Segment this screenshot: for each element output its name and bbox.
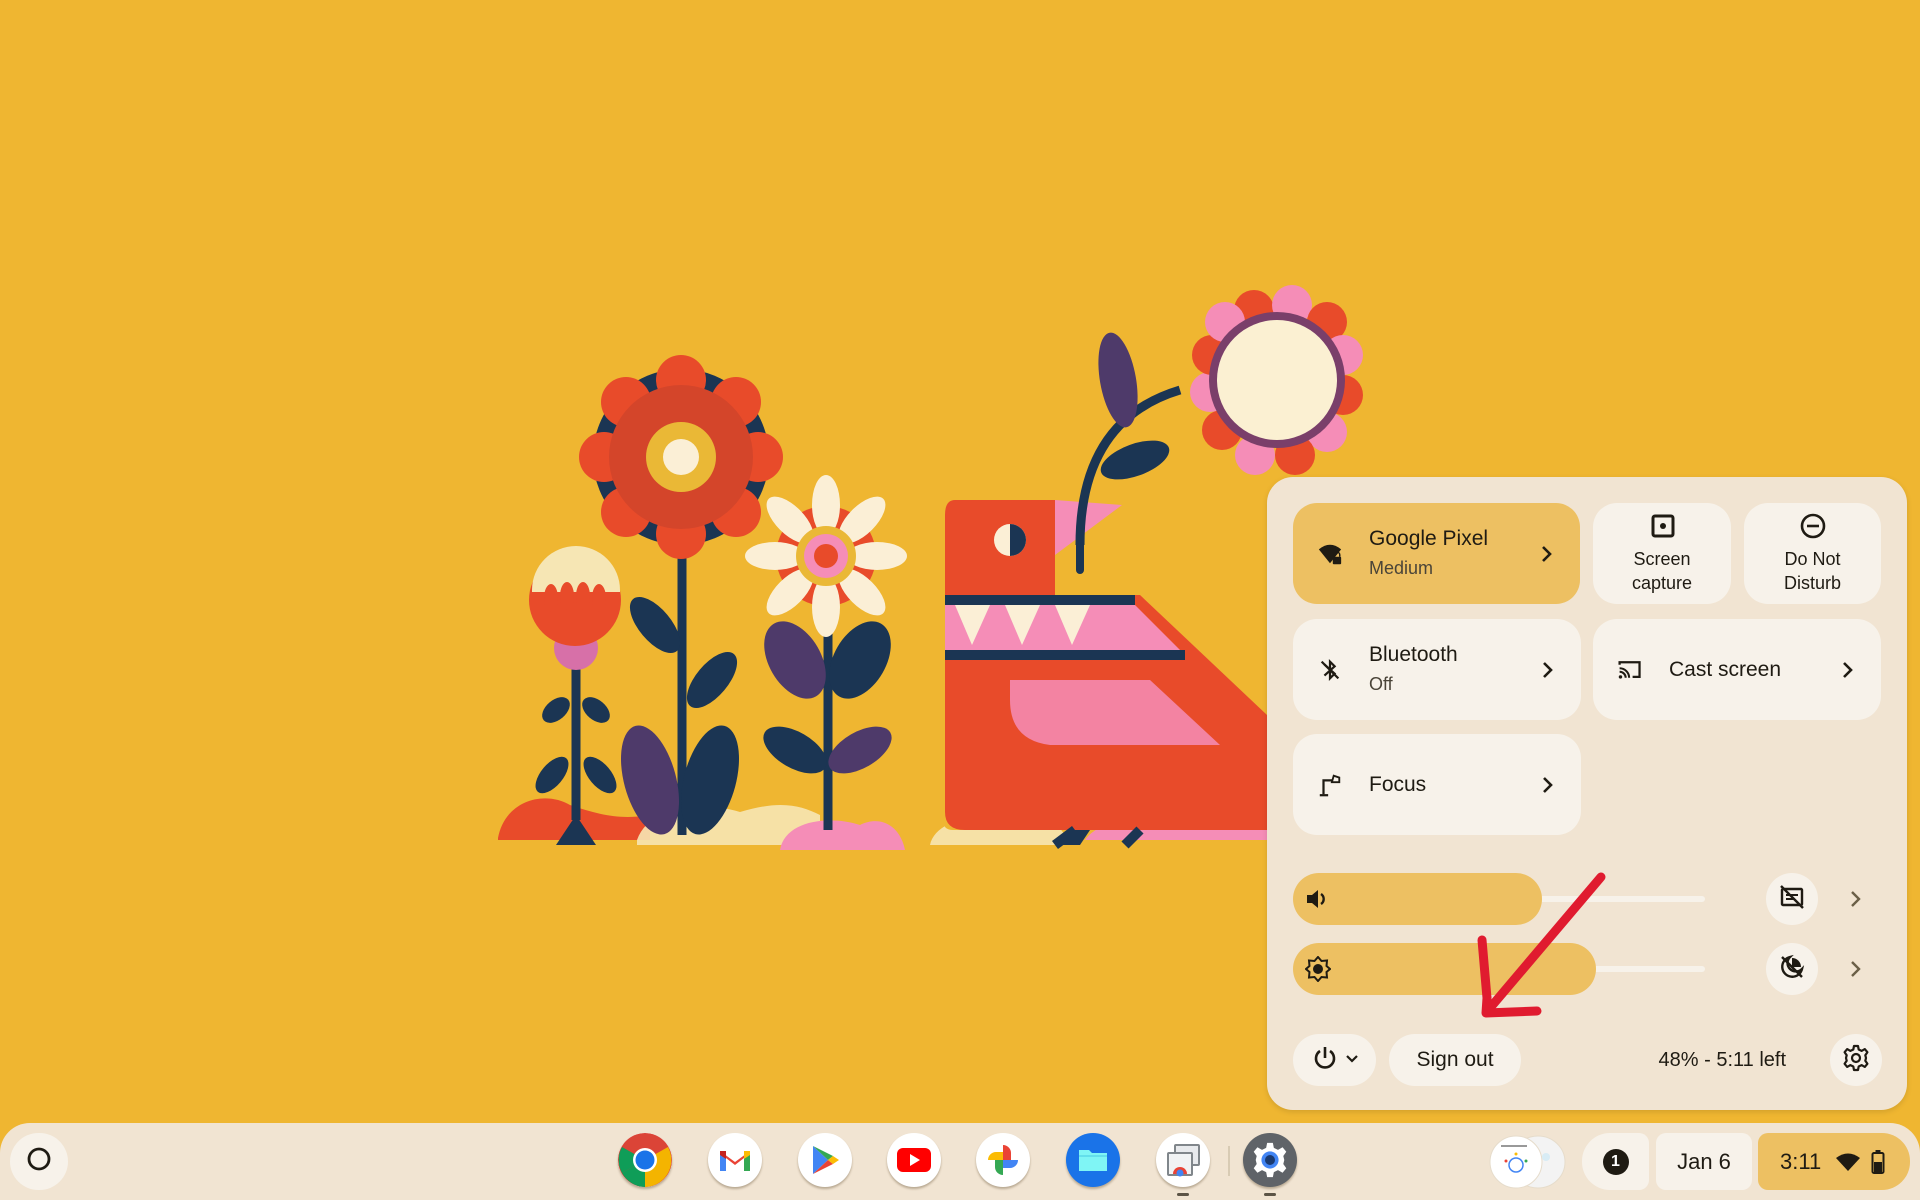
volume-icon[interactable] bbox=[1305, 886, 1331, 912]
do-not-disturb-tile[interactable]: Do Not Disturb bbox=[1744, 503, 1881, 604]
night-light-off-icon bbox=[1779, 954, 1805, 985]
app-screencast[interactable] bbox=[1156, 1133, 1210, 1187]
chevron-right-icon[interactable] bbox=[1537, 775, 1557, 795]
brightness-slider[interactable] bbox=[1293, 943, 1705, 995]
chrome-icon bbox=[618, 1133, 672, 1187]
chevron-right-icon[interactable] bbox=[1837, 660, 1857, 680]
brightness-fill[interactable] bbox=[1293, 943, 1596, 995]
dnd-label-line1: Do Not bbox=[1784, 548, 1841, 569]
play-store-icon bbox=[813, 1146, 839, 1174]
app-chrome[interactable] bbox=[618, 1133, 672, 1187]
cast-screen-label: Cast screen bbox=[1669, 657, 1782, 681]
bluetooth-off-icon bbox=[1317, 657, 1343, 683]
battery-status[interactable]: 48% - 5:11 left bbox=[1659, 1047, 1786, 1073]
app-gmail[interactable] bbox=[708, 1133, 762, 1187]
battery-icon bbox=[1871, 1149, 1885, 1174]
network-strength: Medium bbox=[1369, 558, 1434, 578]
chevron-down-icon bbox=[1345, 1051, 1359, 1069]
files-icon bbox=[1079, 1150, 1107, 1171]
display-settings-chevron[interactable] bbox=[1845, 959, 1865, 979]
notification-count: 1 bbox=[1611, 1152, 1620, 1170]
live-caption-off-icon bbox=[1779, 884, 1805, 915]
bluetooth-tile[interactable]: Bluetooth Off bbox=[1293, 619, 1581, 720]
running-indicator bbox=[1177, 1193, 1189, 1196]
brightness-icon[interactable] bbox=[1304, 955, 1332, 983]
app-youtube[interactable] bbox=[887, 1133, 941, 1187]
photos-icon bbox=[988, 1145, 1018, 1175]
screen-capture-label-line2: capture bbox=[1631, 572, 1693, 593]
screen-capture-tile[interactable]: Screen capture bbox=[1593, 503, 1731, 604]
screen-capture-label-line1: Screen bbox=[1633, 548, 1691, 569]
app-files[interactable] bbox=[1066, 1133, 1120, 1187]
cast-icon bbox=[1617, 657, 1643, 683]
power-icon bbox=[1311, 1044, 1339, 1077]
gear-icon bbox=[1842, 1044, 1870, 1077]
launcher-circle-icon bbox=[26, 1146, 52, 1177]
bluetooth-label: Bluetooth bbox=[1369, 643, 1458, 666]
night-light-toggle[interactable] bbox=[1766, 943, 1818, 995]
app-settings[interactable] bbox=[1243, 1133, 1297, 1187]
notification-counter[interactable]: 1 bbox=[1582, 1133, 1649, 1190]
bluetooth-status: Off bbox=[1369, 674, 1393, 694]
sign-out-label: Sign out bbox=[1416, 1048, 1494, 1071]
running-indicator bbox=[1264, 1193, 1276, 1196]
chevron-right-icon[interactable] bbox=[1536, 544, 1556, 564]
volume-slider[interactable] bbox=[1293, 873, 1705, 925]
dnd-label-line2: Disturb bbox=[1783, 572, 1841, 593]
do-not-disturb-icon bbox=[1799, 513, 1827, 541]
power-menu-button[interactable] bbox=[1293, 1034, 1376, 1086]
wifi-lock-icon bbox=[1317, 541, 1343, 567]
system-tray[interactable]: 3:11 bbox=[1758, 1133, 1910, 1190]
cast-screen-tile[interactable]: Cast screen bbox=[1593, 619, 1881, 720]
launcher-button[interactable] bbox=[10, 1133, 68, 1190]
shelf-separator bbox=[1228, 1146, 1230, 1176]
network-name: Google Pixel bbox=[1369, 527, 1489, 550]
app-play-store[interactable] bbox=[798, 1133, 852, 1187]
date-label: Jan 6 bbox=[1677, 1148, 1731, 1174]
youtube-icon bbox=[897, 1148, 931, 1172]
screencast-icon bbox=[1167, 1144, 1200, 1177]
focus-label: Focus bbox=[1369, 772, 1427, 796]
wifi-icon bbox=[1835, 1152, 1861, 1172]
holding-space-thumbnail[interactable] bbox=[1485, 1133, 1567, 1190]
gmail-icon bbox=[720, 1151, 750, 1171]
date-tray[interactable]: Jan 6 bbox=[1656, 1133, 1752, 1190]
settings-button[interactable] bbox=[1830, 1034, 1882, 1086]
notification-badge: 1 bbox=[1602, 1148, 1629, 1175]
live-caption-toggle[interactable] bbox=[1766, 873, 1818, 925]
audio-settings-chevron[interactable] bbox=[1845, 889, 1865, 909]
sign-out-button[interactable]: Sign out bbox=[1389, 1034, 1521, 1086]
network-tile[interactable]: Google Pixel Medium bbox=[1293, 503, 1580, 604]
chevron-right-icon[interactable] bbox=[1537, 660, 1557, 680]
focus-lamp-icon bbox=[1317, 772, 1343, 798]
settings-app-icon bbox=[1253, 1142, 1287, 1178]
app-photos[interactable] bbox=[976, 1133, 1030, 1187]
time-label: 3:11 bbox=[1780, 1148, 1822, 1174]
screen-capture-icon bbox=[1648, 513, 1676, 541]
screenshot-thumbnail-icon bbox=[1489, 1135, 1566, 1188]
focus-tile[interactable]: Focus bbox=[1293, 734, 1581, 835]
